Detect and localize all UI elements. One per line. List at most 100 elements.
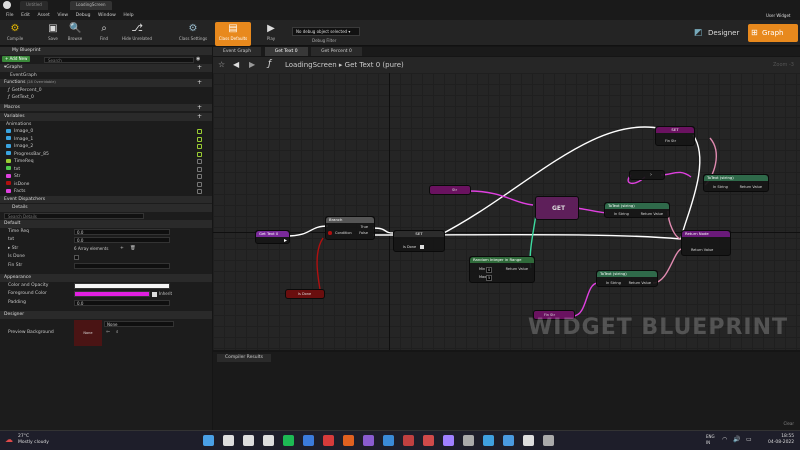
menu-window[interactable]: Window <box>98 11 116 20</box>
breadcrumb-function[interactable]: Get Text 0 (pure) <box>345 61 404 69</box>
search-icon[interactable]: ⌕ <box>116 329 119 337</box>
doc-tab-loadingscreen[interactable]: LoadingScreen <box>70 1 112 10</box>
compile-button[interactable]: ⚙ Compile <box>0 22 30 46</box>
menu-edit[interactable]: Edit <box>21 11 30 20</box>
volume-icon[interactable]: 🔊 <box>733 436 740 443</box>
color-opacity-swatch[interactable] <box>74 282 170 289</box>
macros-header[interactable]: Macros + <box>0 103 212 112</box>
variable-item[interactable]: Image_0 <box>0 128 212 136</box>
add-macro-icon[interactable]: + <box>197 104 202 112</box>
txt-field[interactable]: 0.0 <box>74 237 170 243</box>
is-done-getter-node[interactable]: Is Done <box>285 289 325 299</box>
tab-get-percent-0[interactable]: Get Percent 0 <box>311 47 362 56</box>
menu-help[interactable]: Help <box>123 11 133 20</box>
brave-app-icon[interactable] <box>343 435 354 446</box>
details-search-input[interactable]: Search Details <box>4 213 144 219</box>
hide-unrelated-button[interactable]: ⎇ Hide Unrelated <box>119 22 155 46</box>
add-new-button[interactable]: + Add New <box>2 56 31 62</box>
add-graph-icon[interactable]: + <box>197 64 202 72</box>
designer-category-header[interactable]: Designer <box>0 311 212 319</box>
arrow-left-icon[interactable]: ⇦ <box>106 329 110 337</box>
menu-debug[interactable]: Debug <box>76 11 91 20</box>
inherit-checkbox[interactable] <box>152 292 157 297</box>
visibility-eye-icon[interactable] <box>197 166 202 172</box>
event-dispatchers-header[interactable]: Event Dispatchers <box>0 195 212 203</box>
back-arrow-icon[interactable]: ◀ <box>233 60 239 69</box>
spotify-app-icon[interactable] <box>283 435 294 446</box>
random-integer-node[interactable]: Random Integer in Range Min 0 Max 5 Retu… <box>469 256 535 283</box>
menu-view[interactable]: View <box>57 11 68 20</box>
widgets-app-icon[interactable] <box>263 435 274 446</box>
graphs-header[interactable]: ▾Graphs + <box>0 64 212 72</box>
class-settings-button[interactable]: ⚙ Class Settings <box>176 22 210 46</box>
vscode-app-icon[interactable] <box>383 435 394 446</box>
max-value-field[interactable]: 5 <box>486 275 493 281</box>
find-button[interactable]: ⌕ Find <box>89 22 119 46</box>
breadcrumb-root[interactable]: LoadingScreen <box>285 61 337 69</box>
class-defaults-button[interactable]: ▤ Class Defaults <box>215 22 251 46</box>
xd-app-icon[interactable] <box>423 435 434 446</box>
weather-widget[interactable]: 27°C Mostly cloudy <box>18 434 49 446</box>
clock[interactable]: 18:55 04-08-2022 <box>768 434 794 446</box>
steam-app-icon[interactable] <box>303 435 314 446</box>
graph-canvas[interactable]: Get Text 0 Branch Condition True False S… <box>213 73 800 350</box>
to-text-node[interactable]: ToText (string) In String Return Value <box>604 202 670 218</box>
add-element-icon[interactable]: + <box>120 245 124 254</box>
start-app-icon[interactable] <box>203 435 214 446</box>
to-text-node[interactable]: ToText (string) In String Return Value <box>596 270 658 287</box>
variable-item[interactable]: Image_2 <box>0 143 212 151</box>
variable-item[interactable]: Str <box>0 173 212 181</box>
browse-button[interactable]: 🔍 Browse <box>60 22 90 46</box>
wifi-icon[interactable]: ◠ <box>722 436 727 443</box>
add-variable-icon[interactable]: + <box>197 113 202 121</box>
event-graph-item[interactable]: EventGraph <box>0 72 212 80</box>
tab-get-text-0[interactable]: Get Text 0 <box>264 47 308 56</box>
blueprint-search-input[interactable]: Search <box>44 57 194 63</box>
branch-node[interactable]: Branch Condition True False <box>325 216 375 240</box>
vscode-alt-app-icon[interactable] <box>503 435 514 446</box>
battery-icon[interactable]: ▭ <box>746 436 752 443</box>
time-req-field[interactable]: 0.0 <box>74 228 170 235</box>
set-is-done-node[interactable]: SET Is Done <box>393 230 445 252</box>
variable-item[interactable]: ProgressBar_85 <box>0 151 212 159</box>
chrome-app-icon[interactable] <box>403 435 414 446</box>
fin-str-field[interactable] <box>74 262 170 269</box>
unreal-app-icon[interactable] <box>523 435 534 446</box>
figma-app-icon[interactable] <box>443 435 454 446</box>
view-options-icon[interactable]: ◉ <box>196 56 200 62</box>
visibility-eye-icon[interactable] <box>197 136 202 142</box>
settings-app-icon[interactable] <box>543 435 554 446</box>
visibility-eye-icon[interactable] <box>197 151 202 157</box>
visibility-eye-icon[interactable] <box>197 159 202 164</box>
forward-arrow-icon[interactable]: ▶ <box>249 60 255 69</box>
preview-background-thumbnail[interactable]: None <box>74 319 102 346</box>
language-indicator[interactable]: ENG IN <box>706 434 715 446</box>
opera-app-icon[interactable] <box>323 435 334 446</box>
debug-object-select[interactable]: No debug object selected ▾ <box>292 27 360 36</box>
min-value-field[interactable]: 0 <box>486 267 493 273</box>
is-done-checkbox[interactable] <box>74 255 79 260</box>
details-tab[interactable]: Details <box>0 204 212 212</box>
visibility-eye-icon[interactable] <box>197 181 202 187</box>
animations-header[interactable]: Animations <box>0 121 212 129</box>
function-item[interactable]: ƒ GetText_0 <box>0 94 212 102</box>
trash-icon[interactable]: 🗑 <box>130 245 136 254</box>
variable-item[interactable]: TimeReq <box>0 158 212 166</box>
foreground-color-swatch[interactable] <box>74 291 150 297</box>
graph-mode-button[interactable]: ⊞ Graph <box>748 24 798 42</box>
is-done-value-checkbox[interactable] <box>420 245 424 249</box>
github-app-icon[interactable] <box>463 435 474 446</box>
preview-background-select[interactable]: None <box>104 320 174 327</box>
append-node[interactable]: › <box>629 170 665 180</box>
set-fin-str-node[interactable]: SET Fin Str <box>655 126 695 146</box>
vs-app-icon[interactable] <box>363 435 374 446</box>
designer-mode-button[interactable]: ◩ Designer <box>690 24 742 42</box>
array-get-node[interactable]: GET <box>535 196 579 220</box>
doc-tab-untitled[interactable]: Untitled <box>20 1 48 10</box>
visibility-eye-icon[interactable] <box>197 144 202 149</box>
variable-item[interactable]: isDone <box>0 181 212 189</box>
default-category-header[interactable]: Default <box>0 220 212 228</box>
visibility-eye-icon[interactable] <box>197 129 202 134</box>
variable-item[interactable]: Image_1 <box>0 136 212 144</box>
functions-header[interactable]: Functions (28 Overridable) + <box>0 79 212 87</box>
